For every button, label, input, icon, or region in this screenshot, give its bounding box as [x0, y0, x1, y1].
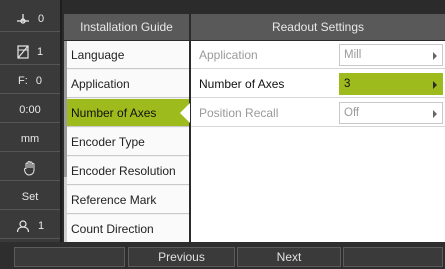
position-recall-select[interactable]: Off [339, 102, 443, 124]
setting-label-number-of-axes: Number of Axes [199, 77, 285, 91]
status-hand[interactable] [0, 155, 60, 181]
application-value: Mill [344, 49, 362, 61]
previous-button[interactable]: Previous [128, 247, 235, 267]
readout-settings-header: Readout Settings [191, 14, 445, 40]
status-bar: 0 1 F: 0 0:00 mm Set 1 [0, 0, 62, 269]
chevron-right-icon [433, 81, 437, 89]
installation-guide-header: Installation Guide [64, 14, 189, 40]
softkey-1[interactable] [14, 247, 125, 267]
position-recall-value: Off [344, 107, 360, 119]
status-user-value: 1 [37, 219, 45, 232]
setting-row-number-of-axes[interactable]: Number of Axes 3 [191, 70, 445, 98]
status-timer-value: 0:00 [19, 103, 41, 116]
guide-scrollbar-thumb[interactable] [64, 41, 67, 177]
status-datum-value: 0 [37, 12, 45, 25]
status-timer[interactable]: 0:00 [0, 97, 60, 123]
installation-guide-list: Language Application Number of Axes Enco… [64, 41, 190, 243]
chevron-right-icon [433, 110, 437, 118]
status-units[interactable]: mm [0, 126, 60, 152]
tool-icon [17, 44, 29, 59]
status-datum[interactable]: 0 [0, 6, 60, 32]
setting-label-application: Application [199, 48, 258, 62]
guide-item-language[interactable]: Language [64, 41, 189, 69]
setting-label-position-recall: Position Recall [199, 106, 279, 120]
next-button[interactable]: Next [237, 247, 341, 267]
user-icon [16, 219, 30, 233]
status-set-value: Set [21, 190, 39, 203]
status-tool-value: 1 [36, 45, 44, 58]
softkey-4[interactable] [343, 247, 443, 267]
status-set[interactable]: Set [0, 184, 60, 210]
guide-item-reference-mark[interactable]: Reference Mark [64, 186, 189, 214]
guide-item-count-direction[interactable]: Count Direction [64, 215, 189, 243]
guide-item-application[interactable]: Application [64, 70, 189, 98]
setting-row-application[interactable]: Application Mill [191, 41, 445, 69]
status-units-value: mm [20, 132, 40, 145]
status-user[interactable]: 1 [0, 213, 60, 239]
status-feedrate-label: F: [18, 74, 28, 87]
setting-row-position-recall[interactable]: Position Recall Off [191, 99, 445, 127]
status-tool[interactable]: 1 [0, 39, 60, 65]
guide-item-number-of-axes[interactable]: Number of Axes [64, 99, 190, 127]
number-of-axes-value: 3 [344, 78, 351, 90]
application-select[interactable]: Mill [339, 44, 443, 66]
status-feedrate[interactable]: F: 0 [0, 68, 60, 94]
softkey-bar: Previous Next [0, 242, 445, 269]
guide-item-encoder-type[interactable]: Encoder Type [64, 128, 189, 156]
number-of-axes-select[interactable]: 3 [339, 73, 443, 95]
status-feedrate-value: 0 [35, 74, 42, 87]
guide-item-encoder-resolution[interactable]: Encoder Resolution [64, 157, 189, 185]
readout-settings-panel: Application Mill Number of Axes 3 Positi… [191, 41, 445, 242]
datum-icon [16, 12, 30, 26]
hand-icon [23, 160, 37, 176]
chevron-right-icon [433, 52, 437, 60]
